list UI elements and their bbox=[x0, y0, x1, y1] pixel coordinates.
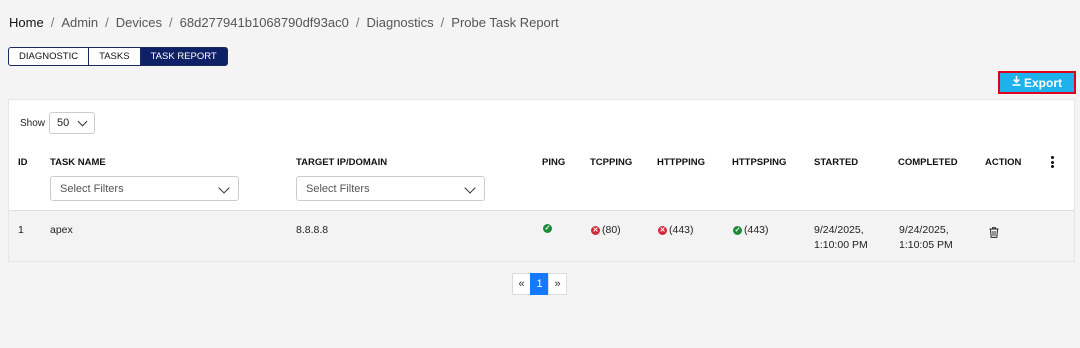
cell-started: 9/24/2025, 1:10:00 PM bbox=[814, 223, 868, 253]
header-ping[interactable]: PING bbox=[542, 157, 565, 168]
completed-date: 9/24/2025, bbox=[899, 224, 949, 236]
target-filter[interactable]: Select Filters bbox=[296, 176, 485, 201]
header-httpping[interactable]: HTTPPING bbox=[657, 157, 705, 168]
header-completed[interactable]: COMPLETED bbox=[898, 157, 958, 168]
breadcrumb-separator: / bbox=[50, 15, 55, 30]
httpsping-port: (443) bbox=[744, 224, 769, 236]
export-label: Export bbox=[1023, 75, 1062, 90]
check-circle-icon: ✓ bbox=[543, 224, 552, 233]
cell-completed: 9/24/2025, 1:10:05 PM bbox=[899, 223, 953, 253]
breadcrumb-separator: / bbox=[355, 15, 360, 30]
breadcrumb-admin[interactable]: Admin bbox=[61, 15, 98, 30]
cell-httpsping: ✓ (443) bbox=[733, 224, 769, 236]
header-task-name[interactable]: TASK NAME bbox=[50, 157, 106, 168]
show-label: Show bbox=[20, 117, 46, 129]
cell-ping: ✓ bbox=[543, 224, 554, 233]
breadcrumb-device-id[interactable]: 68d277941b1068790df93ac0 bbox=[180, 15, 349, 30]
header-started[interactable]: STARTED bbox=[814, 157, 858, 168]
breadcrumb-devices[interactable]: Devices bbox=[116, 15, 162, 30]
page-size-value: 50 bbox=[57, 117, 70, 129]
filter-placeholder: Select Filters bbox=[306, 182, 370, 195]
breadcrumb: Home / Admin / Devices / 68d277941b1068790df93… bbox=[9, 15, 559, 30]
page-size-control: Show 50 bbox=[20, 112, 96, 134]
tab-diagnostic[interactable]: DIAGNOSTIC bbox=[8, 47, 90, 66]
column-menu-icon[interactable] bbox=[1051, 156, 1055, 168]
breadcrumb-home[interactable]: Home bbox=[9, 15, 44, 30]
cell-httpping: ✕ (443) bbox=[658, 224, 694, 236]
x-circle-icon: ✕ bbox=[591, 225, 600, 235]
cell-task-name: apex bbox=[50, 224, 73, 236]
breadcrumb-separator: / bbox=[169, 15, 173, 30]
export-button[interactable]: Export bbox=[998, 71, 1076, 94]
completed-time: 1:10:05 PM bbox=[899, 239, 953, 251]
header-target[interactable]: TARGET IP/DOMAIN bbox=[296, 157, 387, 168]
breadcrumb-diagnostics[interactable]: Diagnostics bbox=[366, 15, 433, 30]
prev-page-button[interactable]: « bbox=[512, 273, 531, 295]
breadcrumb-separator: / bbox=[105, 15, 109, 30]
cell-target: 8.8.8.8 bbox=[296, 224, 329, 236]
tab-bar: DIAGNOSTIC TASKS TASK REPORT bbox=[8, 47, 228, 66]
pagination: « 1 » bbox=[512, 273, 567, 295]
tab-tasks[interactable]: TASKS bbox=[88, 47, 141, 66]
page-1-button[interactable]: 1 bbox=[530, 273, 549, 295]
page-size-select[interactable]: 50 bbox=[49, 112, 96, 134]
header-tcpping[interactable]: TCPPING bbox=[590, 157, 632, 168]
header-id[interactable]: ID bbox=[18, 157, 28, 168]
table-row: 1 apex 8.8.8.8 ✓ ✕ (80) ✕ (443) ✓ (443) … bbox=[9, 210, 1074, 261]
report-table-card: Show 50 ID TASK NAME TARGET IP/DOMAIN PI… bbox=[8, 99, 1075, 262]
trash-icon[interactable] bbox=[989, 225, 999, 238]
started-time: 1:10:00 PM bbox=[814, 239, 868, 251]
check-circle-icon: ✓ bbox=[733, 225, 742, 235]
breadcrumb-current: Probe Task Report bbox=[451, 15, 559, 30]
httpping-port: (443) bbox=[669, 224, 694, 236]
header-httpsping[interactable]: HTTPSPING bbox=[732, 157, 786, 168]
tcpping-port: (80) bbox=[602, 224, 621, 236]
tab-task-report[interactable]: TASK REPORT bbox=[139, 47, 228, 66]
download-icon bbox=[1012, 76, 1021, 89]
x-circle-icon: ✕ bbox=[658, 225, 667, 235]
filter-placeholder: Select Filters bbox=[60, 182, 124, 195]
cell-id: 1 bbox=[18, 224, 24, 236]
chevron-down-icon bbox=[464, 182, 476, 194]
chevron-down-icon bbox=[218, 182, 230, 194]
next-page-button[interactable]: » bbox=[548, 273, 567, 295]
started-date: 9/24/2025, bbox=[814, 224, 864, 236]
cell-tcpping: ✕ (80) bbox=[591, 224, 621, 236]
task-name-filter[interactable]: Select Filters bbox=[50, 176, 239, 201]
header-action: ACTION bbox=[985, 157, 1022, 168]
breadcrumb-separator: / bbox=[440, 15, 445, 30]
chevron-down-icon bbox=[77, 116, 88, 127]
